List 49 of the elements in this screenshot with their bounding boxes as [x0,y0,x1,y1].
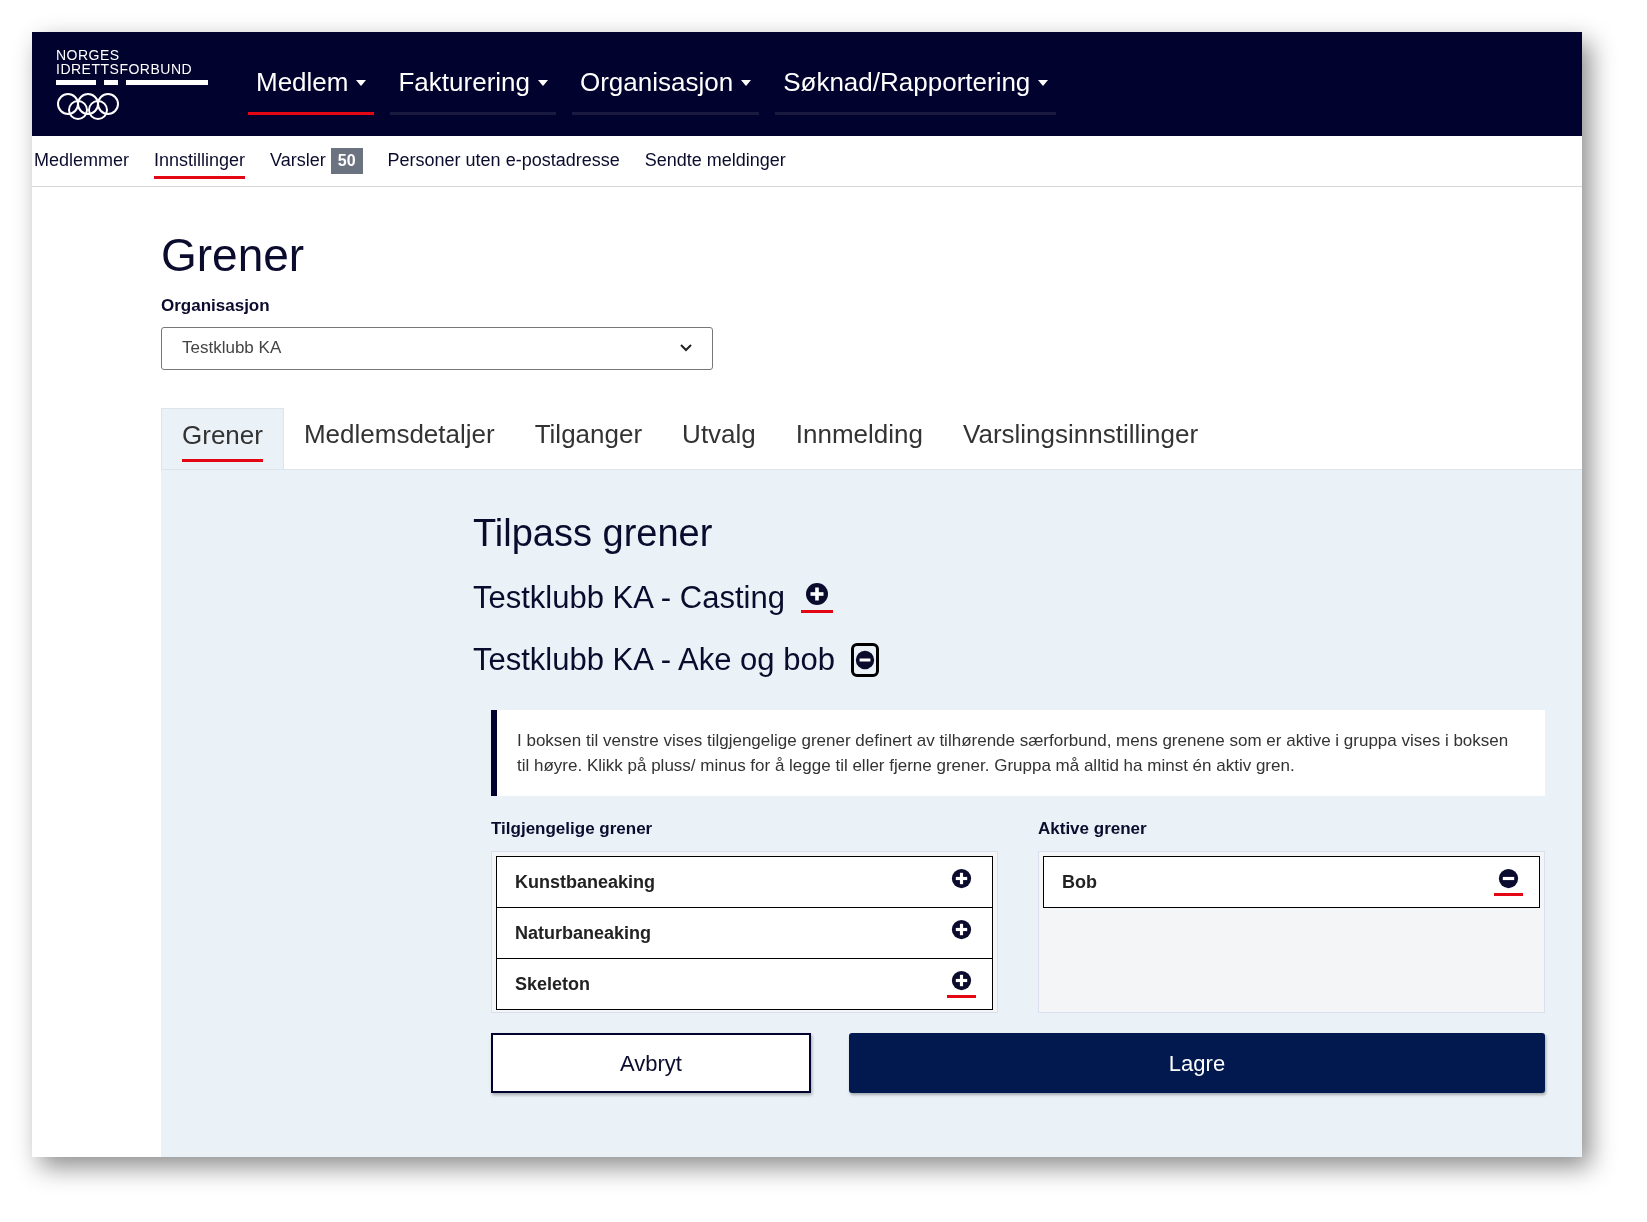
count-badge: 50 [330,148,363,174]
minus-circle-icon [854,649,875,670]
chevron-down-icon [680,344,692,352]
sub-nav-link[interactable]: Varsler [270,143,326,179]
section-title: Tilpass grener [473,510,714,556]
logo-text: NORGES [56,48,121,62]
plus-circle-icon [951,970,972,991]
branch-name: Skeleton [515,972,591,996]
cancel-button[interactable]: Avbryt [491,1033,811,1093]
tab[interactable]: Varslingsinnstillinger [943,407,1219,469]
tab[interactable]: Grener [161,407,284,469]
tab[interactable]: Medlemsdetaljer [283,407,515,469]
main-nav-item[interactable]: Fakturering [390,63,556,115]
main-nav-item[interactable]: Søknad/Rapportering [775,63,1057,115]
sub-nav-link[interactable]: Sendte meldinger [644,143,786,179]
organisation-select[interactable]: Testklubb KA [161,326,713,370]
sub-nav-link[interactable]: Personer uten e-postadresse [387,143,620,179]
tab[interactable]: Innmelding [775,407,943,469]
branch-name: Bob [1062,870,1097,894]
page-title: Grener [161,228,306,283]
caret-down-icon [741,79,752,86]
caret-down-icon [1038,79,1049,86]
plus-circle-icon [951,919,972,940]
plus-circle-icon [804,582,829,606]
add-button[interactable] [947,970,976,998]
remove-button[interactable] [850,642,879,677]
main-nav-item[interactable]: Medlem [248,63,375,115]
branch-name: Kunstbaneaking [515,870,656,894]
minus-circle-icon [1498,868,1519,889]
select-value: Testklubb KA [182,337,282,360]
tab[interactable]: Utvalg [662,407,776,469]
logo-text: IDRETTSFORBUND [56,62,194,76]
caret-down-icon [356,79,367,86]
group-title: Testklubb KA - Casting [473,578,785,617]
list-label: Aktive grener [1038,817,1148,840]
sub-nav-link[interactable]: Innstillinger [154,143,246,179]
add-button[interactable] [800,582,833,613]
branch-name: Naturbaneaking [515,921,652,945]
save-button[interactable]: Lagre [849,1033,1545,1093]
group-title: Testklubb KA - Ake og bob [473,640,835,679]
main-nav-item[interactable]: Organisasjon [572,63,760,115]
info-text: I boksen til venstre vises tilgjengelige grener definert av tilhørende særforbund, mens grenene som er aktive i gruppa vises i boksen til høyre. Klikk på pluss/ minus for å legge til eller fjerne grener. Gruppa må alltid ha minst én aktiv gren. [517,729,1510,777]
tab[interactable]: Tilganger [514,407,663,469]
sub-nav-link[interactable]: Medlemmer [34,143,130,179]
list-label: Tilgjengelige grener [491,817,654,840]
plus-circle-icon [951,868,972,889]
remove-button[interactable] [1494,868,1523,896]
field-label: Organisasjon [161,295,271,317]
caret-down-icon [538,79,548,86]
